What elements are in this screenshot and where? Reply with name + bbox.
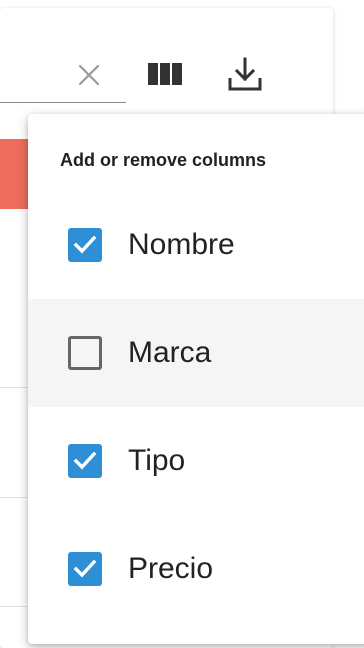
column-option-label: Marca [128,336,212,369]
download-icon [228,57,262,91]
column-option-label: Precio [128,552,214,585]
column-option-label: Nombre [128,228,235,261]
column-option-nombre[interactable]: Nombre [28,191,364,299]
view-column-icon [148,63,182,85]
checkbox-checked[interactable] [68,228,102,262]
column-option-label: Tipo [128,444,186,477]
table-row-divider [0,606,28,607]
column-option-tipo[interactable]: Tipo [28,407,364,515]
column-option-precio[interactable]: Precio [28,515,364,623]
search-input-underline [0,102,126,103]
popup-title: Add or remove columns [60,150,267,170]
checkbox-checked[interactable] [68,552,102,586]
download-csv-button[interactable] [225,54,265,94]
checkbox-unchecked[interactable] [68,336,102,370]
check-icon [73,451,97,470]
table-header-strip [0,139,28,209]
check-icon [73,235,97,254]
checkbox-checked[interactable] [68,444,102,478]
columns-popup: Add or remove columns Nombre Marca Tipo … [28,114,364,644]
view-columns-button[interactable] [145,54,185,94]
close-icon [78,64,100,86]
table-row-divider [0,497,28,498]
clear-search-button[interactable] [72,58,106,92]
table-row-divider [0,387,28,388]
column-option-marca[interactable]: Marca [28,299,364,407]
check-icon [73,559,97,578]
